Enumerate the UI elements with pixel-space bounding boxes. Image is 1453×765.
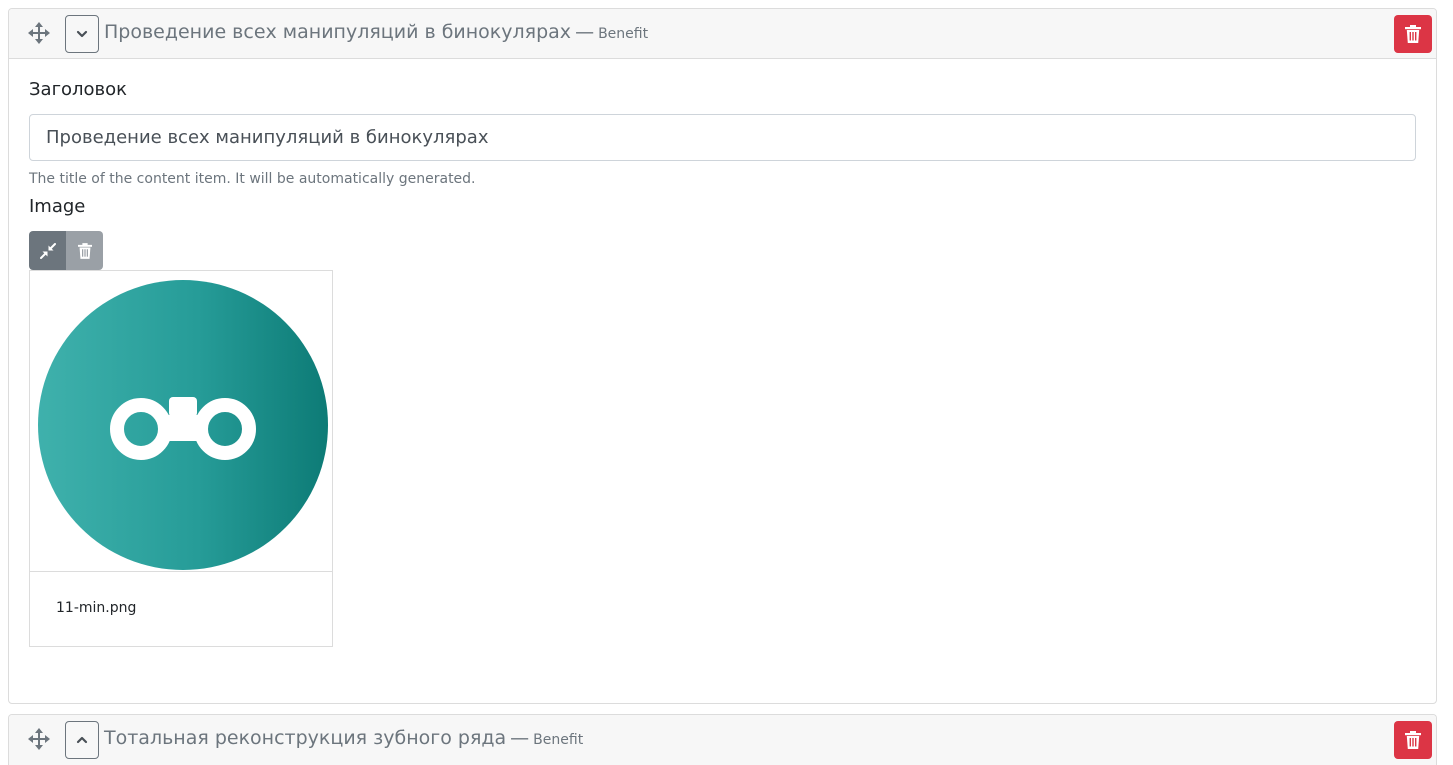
title-field-label: Заголовок [29, 79, 128, 100]
content-item-header-1: Проведение всех манипуляций в бинокуляра… [9, 9, 1436, 59]
expand-button[interactable] [65, 721, 99, 759]
thumbnail-circle [38, 280, 328, 570]
item-type: Benefit [598, 26, 649, 42]
drag-handle[interactable] [28, 22, 50, 44]
remove-image-button[interactable] [66, 231, 103, 270]
drag-handle[interactable] [28, 728, 50, 750]
collapse-button[interactable] [65, 15, 99, 53]
item-title: Тотальная реконструкция зубного ряда — Ben… [104, 727, 583, 749]
move-arrows-icon [28, 22, 50, 44]
item-title-text: Тотальная реконструкция зубного ряда [104, 727, 507, 749]
trash-icon [1405, 731, 1421, 749]
title-help-text: The title of the content item. It will b… [29, 171, 476, 187]
item-title: Проведение всех манипуляций в бинокуляра… [104, 21, 648, 43]
image-file-name: 11-min.png [56, 600, 137, 616]
delete-item-button[interactable] [1394, 721, 1432, 759]
chevron-down-icon [76, 30, 88, 38]
trash-icon [1405, 25, 1421, 43]
binoculars-icon [110, 397, 256, 460]
item-type: Benefit [533, 732, 584, 748]
compress-image-button[interactable] [29, 231, 66, 270]
image-preview-card[interactable]: 11-min.png [29, 270, 333, 647]
trash-icon [77, 242, 92, 259]
item-title-text: Проведение всех манипуляций в бинокуляра… [104, 21, 572, 43]
content-item-card-1: Проведение всех манипуляций в бинокуляра… [8, 8, 1437, 704]
delete-item-button[interactable] [1394, 15, 1432, 53]
image-field-label: Image [29, 196, 86, 217]
content-item-header-2: Тотальная реконструкция зубного ряда — Ben… [9, 715, 1436, 765]
image-toolbar [29, 231, 103, 270]
compress-arrows-icon [39, 242, 56, 259]
title-separator: — [575, 21, 595, 43]
image-thumbnail [30, 271, 332, 572]
move-arrows-icon [28, 728, 50, 750]
content-item-card-2: Тотальная реконструкция зубного ряда — Ben… [8, 714, 1437, 765]
chevron-up-icon [76, 736, 88, 744]
title-separator: — [510, 727, 530, 749]
title-input[interactable] [29, 114, 1416, 161]
